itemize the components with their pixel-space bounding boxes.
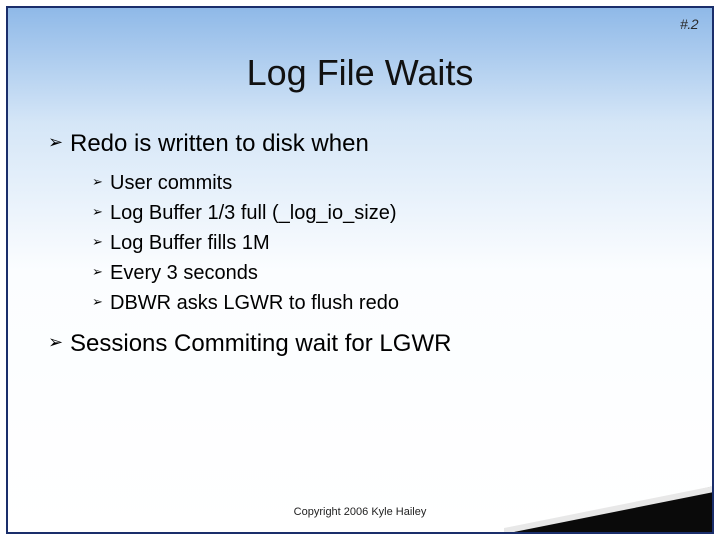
bullet-level1: Redo is written to disk when (48, 128, 682, 160)
page-number: #.2 (680, 16, 698, 32)
bullet-level2: User commits (92, 168, 682, 198)
bullet-level1: Sessions Commiting wait for LGWR (48, 328, 682, 360)
slide: #.2 Log File Waits Redo is written to di… (6, 6, 714, 534)
sub-bullet-group: User commits Log Buffer 1/3 full (_log_i… (92, 168, 682, 318)
bullet-level2: DBWR asks LGWR to flush redo (92, 288, 682, 318)
bullet-level2: Log Buffer 1/3 full (_log_io_size) (92, 198, 682, 228)
bullet-level2: Every 3 seconds (92, 258, 682, 288)
bullet-level2: Log Buffer fills 1M (92, 228, 682, 258)
slide-title: Log File Waits (8, 52, 712, 94)
content-area: Redo is written to disk when User commit… (8, 128, 712, 361)
corner-decoration (504, 486, 714, 534)
